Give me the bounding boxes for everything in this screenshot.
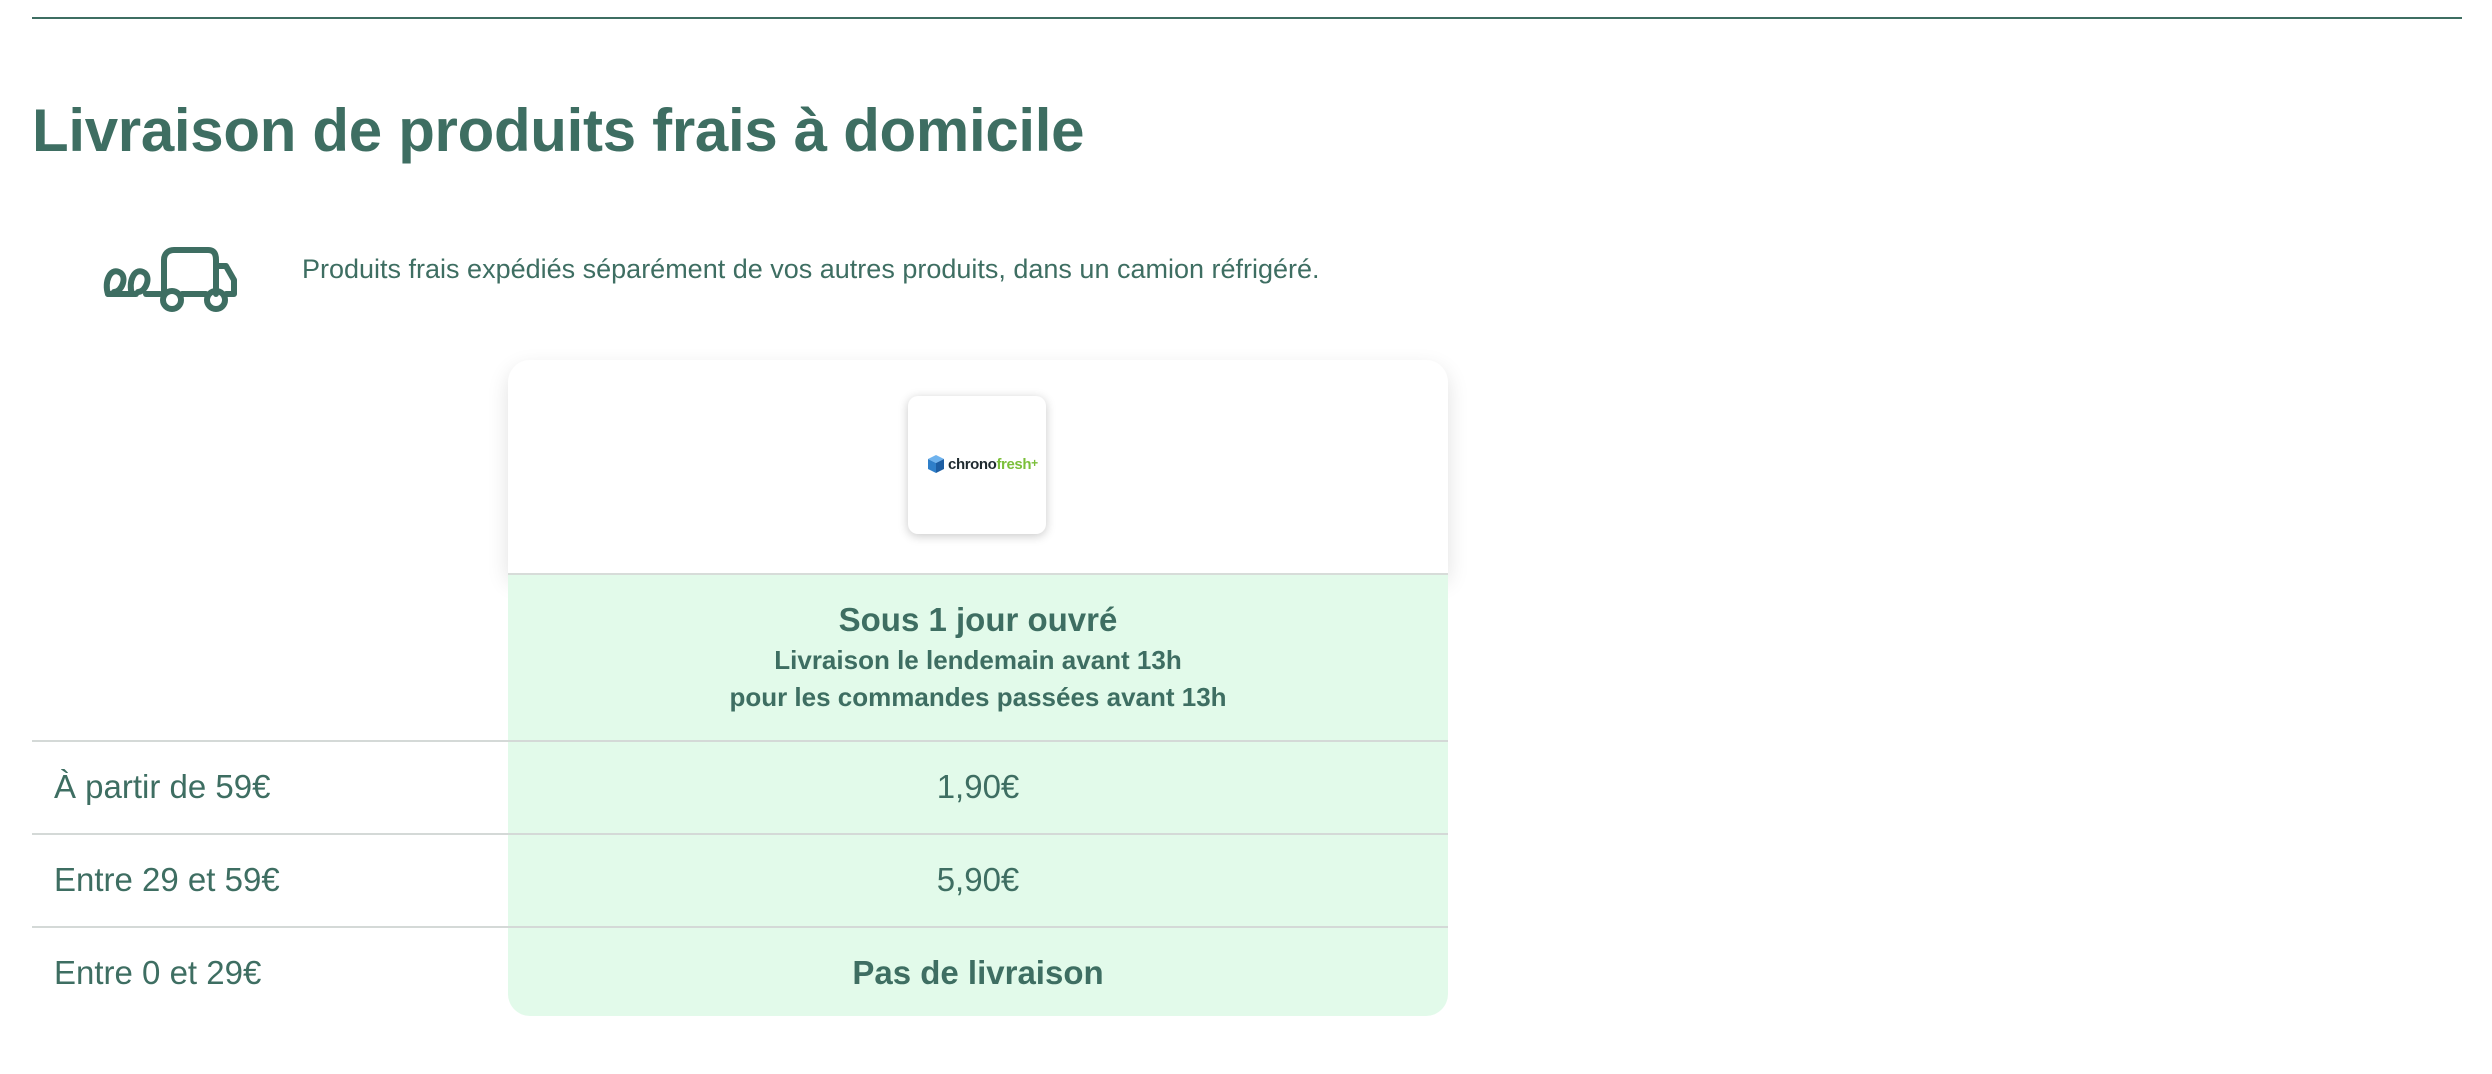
page-title: Livraison de produits frais à domicile xyxy=(32,97,1085,164)
row-label-0-29: Entre 0 et 29€ xyxy=(54,954,262,991)
top-divider xyxy=(32,17,2462,19)
intro-text: Produits frais expédiés séparément de vo… xyxy=(302,254,1320,284)
row-divider xyxy=(32,740,1448,742)
row-divider xyxy=(32,926,1448,928)
header-divider xyxy=(508,573,1448,575)
intro-row: Produits frais expédiés séparément de vo… xyxy=(32,218,1532,328)
logo-word-chrono: chrono xyxy=(948,456,997,473)
service-header: Sous 1 jour ouvré Livraison le lendemain… xyxy=(508,598,1448,716)
service-title: Sous 1 jour ouvré xyxy=(838,601,1118,638)
row-label-29-59: Entre 29 et 59€ xyxy=(54,861,280,898)
logo-word-fresh: fresh xyxy=(996,456,1032,473)
row-value-from-59: 1,90€ xyxy=(936,768,1020,805)
row-value-0-29: Pas de livraison xyxy=(852,954,1104,991)
row-value-29-59: 5,90€ xyxy=(936,861,1020,898)
chronofresh-cube-icon xyxy=(928,455,944,473)
service-subtitle-line1: Livraison le lendemain avant 13h xyxy=(774,645,1182,675)
logo-wordmark: chronofresh+ xyxy=(948,456,1038,473)
carrier-header-card: chronofresh+ xyxy=(508,360,1448,574)
refrigerated-truck-icon xyxy=(103,247,237,312)
service-subtitle-line2: pour les commandes passées avant 13h xyxy=(729,682,1227,712)
row-label-from-59: À partir de 59€ xyxy=(54,768,271,805)
page: Livraison de produits frais à domicile P… xyxy=(0,0,2492,1074)
row-divider xyxy=(32,833,1448,835)
carrier-logo: chronofresh+ xyxy=(908,396,1046,534)
logo-content: chronofresh+ xyxy=(926,452,1038,478)
logo-plus: + xyxy=(1031,456,1038,470)
